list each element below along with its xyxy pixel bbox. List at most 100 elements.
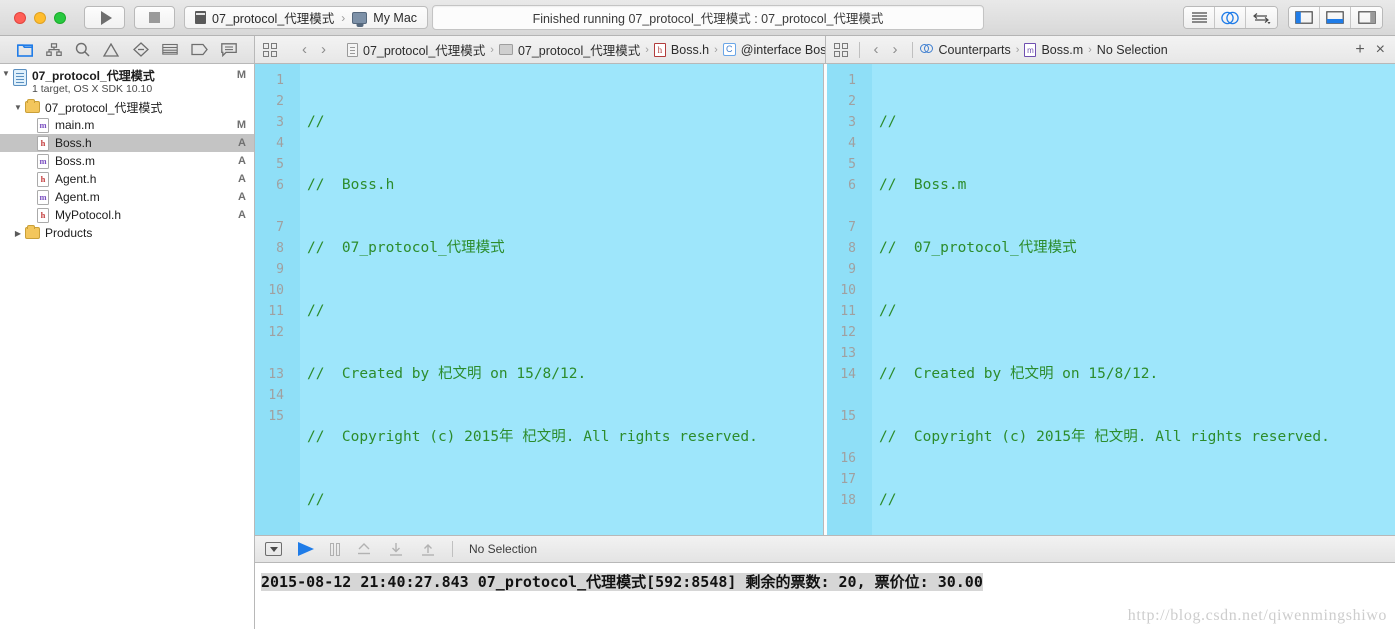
- list-item[interactable]: h Boss.h A: [0, 134, 254, 152]
- breadcrumb-chevron-icon: ›: [1015, 43, 1020, 56]
- stop-icon: [149, 12, 160, 23]
- breadcrumb-file[interactable]: h Boss.h: [653, 42, 710, 57]
- left-editor-jump-bar: ‹ › 07_protocol_代理模式 › 07_protocol_代理模式 …: [255, 36, 825, 63]
- code-line: //: [307, 303, 325, 319]
- project-text: 07_protocol_代理模式 1 target, OS X SDK 10.1…: [32, 69, 155, 96]
- right-fold-ribbon: [863, 64, 872, 535]
- issue-navigator-icon[interactable]: [103, 42, 120, 57]
- project-navigator-icon[interactable]: [16, 43, 33, 57]
- debug-panel-icon: [1326, 11, 1344, 24]
- step-into-button[interactable]: [388, 542, 404, 557]
- related-items-icon[interactable]: [833, 42, 848, 57]
- run-button[interactable]: [84, 6, 125, 29]
- line-number: 9: [276, 262, 284, 277]
- find-navigator-icon[interactable]: [75, 42, 90, 57]
- scheme-separator: ›: [341, 10, 346, 25]
- file-name: main.m: [55, 118, 95, 132]
- editor-mode-segmented-control: [1183, 6, 1278, 29]
- list-item[interactable]: m main.m M: [0, 116, 254, 134]
- go-forward-button[interactable]: ›: [314, 41, 333, 58]
- step-over-arrow-icon[interactable]: [356, 542, 372, 557]
- line-number: 4: [276, 136, 284, 151]
- primary-editor[interactable]: 1 2 3 4 5 6 7 8 9 10 11 12 13 14 15 // /…: [255, 64, 824, 535]
- breadcrumb-label: Boss.h: [670, 42, 710, 57]
- code-line: //: [307, 492, 325, 508]
- line-number: 7: [276, 220, 284, 235]
- project-icon: [347, 42, 358, 57]
- stop-button[interactable]: [134, 6, 175, 29]
- test-navigator-icon[interactable]: [132, 42, 149, 57]
- debug-navigator-icon[interactable]: [162, 43, 178, 56]
- line-number: 4: [848, 136, 856, 151]
- breadcrumb-group[interactable]: 07_protocol_代理模式: [498, 40, 640, 59]
- traffic-lights: [8, 11, 84, 24]
- scheme-icon: [195, 11, 206, 24]
- toggle-navigator-button[interactable]: [1289, 7, 1320, 28]
- left-source-code[interactable]: // // Boss.h // 07_protocol_代理模式 // // C…: [300, 64, 823, 535]
- line-number: 9: [848, 262, 856, 277]
- right-line-number-gutter: 1 2 3 4 5 6 7 8 9 10 11 12 13 14 15 16 1…: [827, 64, 863, 535]
- breadcrumb-chevron-icon: ›: [490, 43, 494, 56]
- close-assistant-editor-button[interactable]: ×: [1376, 41, 1385, 59]
- line-number-wrap: [827, 385, 856, 406]
- project-icon: [13, 69, 27, 86]
- navigator-products-row[interactable]: ▶ Products: [0, 224, 254, 242]
- continue-button[interactable]: [298, 542, 314, 556]
- breadcrumb-symbol[interactable]: C @interface Boss: [722, 43, 825, 57]
- group-name: Products: [45, 226, 93, 240]
- step-over-button[interactable]: [330, 542, 340, 556]
- add-assistant-editor-button[interactable]: +: [1355, 41, 1364, 59]
- line-number: 10: [840, 283, 856, 298]
- code-line: // Boss.h: [307, 177, 395, 193]
- breadcrumb-counterparts[interactable]: Counterparts: [919, 43, 1011, 57]
- version-editor-button[interactable]: [1246, 7, 1277, 28]
- left-line-number-gutter: 1 2 3 4 5 6 7 8 9 10 11 12 13 14 15: [255, 64, 291, 535]
- go-back-button[interactable]: ‹: [295, 41, 314, 58]
- line-number: 10: [268, 283, 284, 298]
- assistant-editor-button[interactable]: [1215, 7, 1246, 28]
- list-item[interactable]: h MyPotocol.h A: [0, 206, 254, 224]
- implementation-file-icon: m: [37, 117, 49, 133]
- scheme-selector[interactable]: 07_protocol_代理模式 › My Mac: [184, 6, 429, 29]
- step-out-button[interactable]: [420, 542, 436, 557]
- code-line: // 07_protocol_代理模式: [307, 240, 505, 256]
- list-item[interactable]: m Agent.m A: [0, 188, 254, 206]
- line-number: 2: [276, 94, 284, 109]
- standard-editor-button[interactable]: [1184, 7, 1215, 28]
- list-item[interactable]: m Boss.m A: [0, 152, 254, 170]
- disclosure-triangle-closed-icon[interactable]: ▶: [12, 229, 24, 238]
- console-output-area[interactable]: 2015-08-12 21:40:27.843 07_protocol_代理模式…: [255, 563, 1395, 629]
- debug-selection-label: No Selection: [469, 542, 538, 556]
- navigator-tab-bar: [0, 36, 255, 63]
- navigator-group-row[interactable]: ▼ 07_protocol_代理模式: [0, 98, 254, 116]
- breadcrumb-selection[interactable]: No Selection: [1097, 43, 1168, 57]
- code-line: //: [879, 303, 897, 319]
- close-window-button[interactable]: [14, 11, 26, 24]
- disclosure-triangle-open-icon[interactable]: ▼: [12, 103, 24, 112]
- file-name: Boss.h: [55, 136, 92, 150]
- navigator-project-row[interactable]: ▼ 07_protocol_代理模式 1 target, OS X SDK 10…: [0, 68, 254, 98]
- workspace-body: ▼ 07_protocol_代理模式 1 target, OS X SDK 10…: [0, 64, 1395, 629]
- hide-debug-area-button[interactable]: [265, 542, 282, 556]
- minimize-window-button[interactable]: [34, 11, 46, 24]
- related-items-icon[interactable]: [263, 42, 277, 57]
- zoom-window-button[interactable]: [54, 11, 66, 24]
- symbol-navigator-icon[interactable]: [46, 42, 62, 57]
- project-subtitle: 1 target, OS X SDK 10.10: [32, 83, 153, 96]
- breadcrumb-project[interactable]: 07_protocol_代理模式: [347, 40, 485, 59]
- go-forward-button[interactable]: ›: [886, 41, 905, 58]
- assistant-editor[interactable]: 1 2 3 4 5 6 7 8 9 10 11 12 13 14 15 16 1…: [827, 64, 1395, 535]
- view-toggles-segmented-control: [1288, 6, 1383, 29]
- toggle-utilities-button[interactable]: [1351, 7, 1382, 28]
- console-scrollbar[interactable]: [1384, 563, 1395, 629]
- line-number: 14: [840, 367, 856, 382]
- report-navigator-icon[interactable]: [221, 42, 238, 57]
- list-item[interactable]: h Agent.h A: [0, 170, 254, 188]
- breadcrumb-chevron-icon: ›: [645, 43, 649, 56]
- go-back-button[interactable]: ‹: [867, 41, 886, 58]
- breadcrumb-file[interactable]: m Boss.m: [1024, 42, 1083, 57]
- disclosure-triangle-open-icon[interactable]: ▼: [0, 69, 12, 78]
- toggle-debug-area-button[interactable]: [1320, 7, 1351, 28]
- right-source-code[interactable]: // // Boss.m // 07_protocol_代理模式 // // C…: [872, 64, 1395, 535]
- breakpoint-navigator-icon[interactable]: [191, 43, 208, 56]
